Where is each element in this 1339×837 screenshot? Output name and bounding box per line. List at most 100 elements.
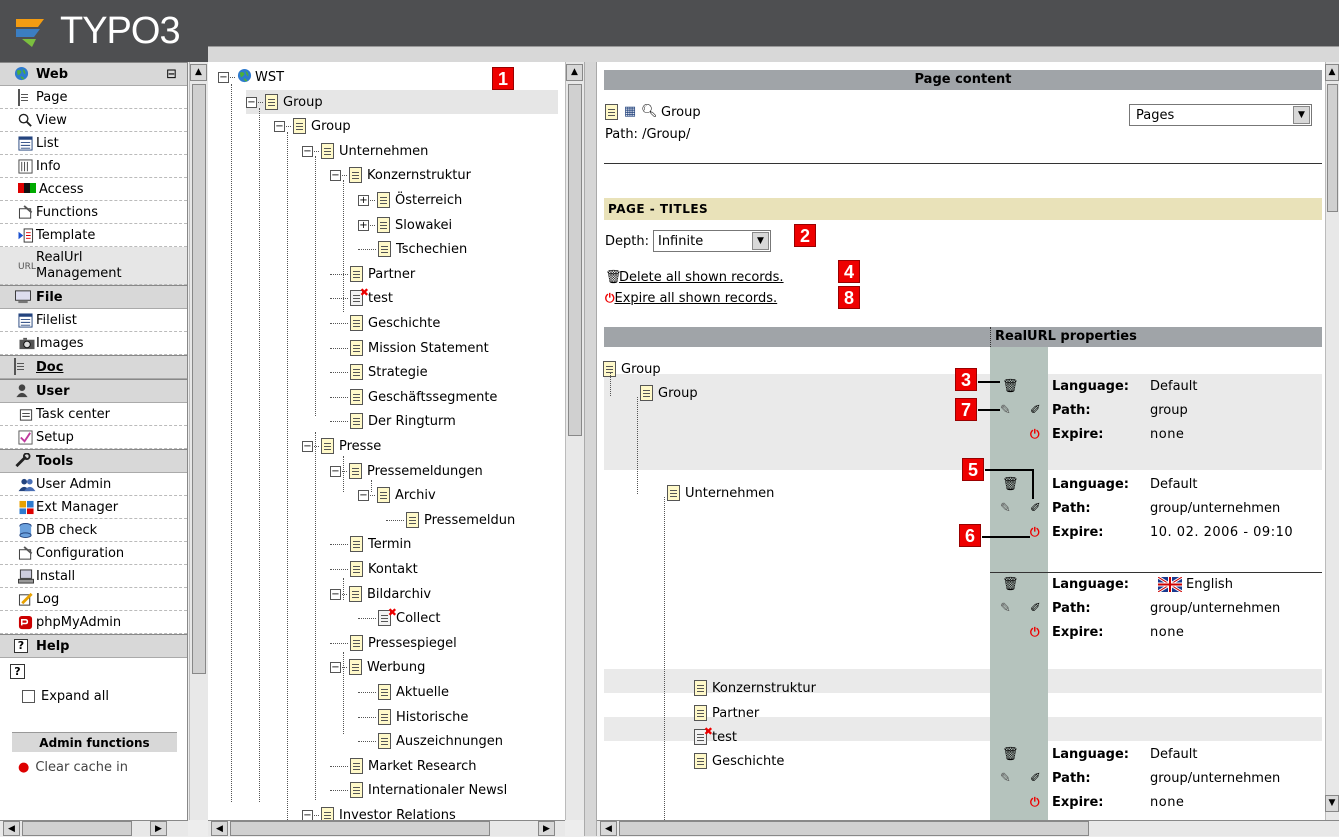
tree-node-geschäftssegmente[interactable]: Geschäftssegmente xyxy=(330,385,497,409)
tree-node-mission-statement[interactable]: Mission Statement xyxy=(330,336,489,360)
page-icon[interactable] xyxy=(377,217,390,233)
page-icon[interactable] xyxy=(349,586,362,602)
tree-node-group[interactable]: − Group xyxy=(274,114,351,138)
tree-node-label[interactable]: Archiv xyxy=(395,488,436,503)
menu-item-filelist[interactable]: Filelist xyxy=(0,309,187,332)
page-icon[interactable] xyxy=(694,680,707,696)
edit-icon[interactable]: ✎ xyxy=(1000,501,1011,516)
collapse-icon[interactable]: ⊟ xyxy=(166,67,177,82)
collapse-icon[interactable]: − xyxy=(302,440,313,452)
tree-node-label[interactable]: Pressemeldun xyxy=(424,513,515,528)
expire-icon[interactable]: ⏻ xyxy=(1030,525,1040,540)
edit-path-icon[interactable]: ✐ xyxy=(1030,771,1041,786)
menu-item-log[interactable]: Log xyxy=(0,588,187,611)
page-icon[interactable] xyxy=(378,733,391,749)
scroll-left-icon[interactable]: ◀ xyxy=(600,821,617,836)
page-icon[interactable] xyxy=(350,536,363,552)
tree-node-bildarchiv[interactable]: − Bildarchiv xyxy=(330,582,431,606)
scroll-thumb[interactable] xyxy=(22,821,132,836)
tree-node-label[interactable]: Unternehmen xyxy=(339,144,428,159)
page-icon[interactable] xyxy=(349,659,362,675)
menu-item-functions[interactable]: Functions xyxy=(0,201,187,224)
page-icon[interactable] xyxy=(350,389,363,405)
edit-icon[interactable]: ✎ xyxy=(1000,771,1011,786)
tree-node-label[interactable]: Presse xyxy=(339,439,381,454)
tree-node-werbung[interactable]: − Werbung xyxy=(330,655,425,679)
tree-node-label[interactable]: Bildarchiv xyxy=(367,587,431,602)
pane-divider[interactable] xyxy=(584,62,597,836)
collapse-icon[interactable]: − xyxy=(246,96,257,108)
menu-item-setup[interactable]: Setup xyxy=(0,426,187,449)
help-icon[interactable]: ? xyxy=(10,664,25,679)
page-icon[interactable] xyxy=(321,438,334,454)
tree-node-archiv[interactable]: − Archiv xyxy=(358,483,436,507)
hidden-page-icon[interactable]: ✖ xyxy=(350,286,369,306)
tree-node-label[interactable]: Termin xyxy=(368,537,411,552)
page-icon[interactable] xyxy=(350,340,363,356)
page-icon[interactable] xyxy=(350,635,363,651)
tree-node-slowakei[interactable]: + Slowakei xyxy=(358,213,452,237)
page-icon[interactable] xyxy=(350,413,363,429)
tree-hscrollbar[interactable]: ◀ ▶ xyxy=(208,820,565,836)
scroll-thumb[interactable] xyxy=(568,84,582,436)
collapse-icon[interactable]: − xyxy=(330,465,341,477)
tree-node-label[interactable]: Group xyxy=(311,119,351,134)
expire-icon[interactable]: ⏻ xyxy=(1030,795,1040,810)
expire-icon[interactable]: ⏻ xyxy=(605,291,615,306)
delete-all-link[interactable]: Delete all shown records. xyxy=(619,270,784,285)
content-scrollbar[interactable]: ▲ ▼ xyxy=(1325,62,1339,820)
view-select[interactable]: Pages ▼ xyxy=(1129,104,1312,126)
tree-node-label[interactable]: Historische xyxy=(396,710,468,725)
scroll-left-icon[interactable]: ◀ xyxy=(211,821,228,836)
depth-select[interactable]: Infinite ▼ xyxy=(652,230,771,252)
tree-node-label[interactable]: Geschichte xyxy=(368,316,440,331)
page-icon[interactable] xyxy=(349,167,362,183)
menu-section-file[interactable]: File xyxy=(0,285,187,309)
globe-icon[interactable] xyxy=(237,68,252,87)
scroll-thumb[interactable] xyxy=(230,821,490,836)
tree-node-label[interactable]: Market Research xyxy=(368,759,476,774)
tree-node-collect[interactable]: ✖ Collect xyxy=(358,606,441,630)
tree-node-der-ringturm[interactable]: Der Ringturm xyxy=(330,409,456,433)
menu-item-realurl-management[interactable]: URL RealUrl Management xyxy=(0,247,187,285)
tree-node-pressemeldun[interactable]: Pressemeldun xyxy=(386,508,515,532)
trash-icon[interactable]: 🗑︎ xyxy=(1002,577,1019,592)
scroll-up-icon[interactable]: ▲ xyxy=(1325,64,1339,81)
expire-icon[interactable]: ⏻ xyxy=(1030,625,1040,640)
tree-node-label[interactable]: Aktuelle xyxy=(396,685,449,700)
tree-node-wst[interactable]: − WST xyxy=(218,65,284,89)
page-icon[interactable] xyxy=(377,487,390,503)
menu-item-template[interactable]: Template xyxy=(0,224,187,247)
menu-item-task-center[interactable]: Task center xyxy=(0,403,187,426)
tree-node-label[interactable]: Internationaler Newsl xyxy=(368,783,507,798)
edit-icon[interactable]: ✎ xyxy=(1000,403,1011,418)
collapse-icon[interactable]: − xyxy=(302,809,313,820)
tree-node-termin[interactable]: Termin xyxy=(330,532,411,556)
menu-section-tools[interactable]: Tools xyxy=(0,449,187,473)
page-icon[interactable] xyxy=(265,94,278,110)
menu-item-db-check[interactable]: DB check xyxy=(0,519,187,542)
collapse-icon[interactable]: − xyxy=(330,169,341,181)
clear-cache-item[interactable]: ● Clear cache in xyxy=(0,752,187,775)
tree-node-label[interactable]: Partner xyxy=(368,267,415,282)
scroll-down-icon[interactable]: ▼ xyxy=(1325,795,1339,812)
tree-node-pressespiegel[interactable]: Pressespiegel xyxy=(330,631,457,655)
tree-node-label[interactable]: Group xyxy=(283,95,323,110)
menu-section-doc[interactable]: Doc xyxy=(0,355,187,379)
scroll-thumb[interactable] xyxy=(1327,84,1338,212)
menu-item-view[interactable]: View xyxy=(0,109,187,132)
page-icon[interactable] xyxy=(694,753,707,769)
menu-item-configuration[interactable]: Configuration xyxy=(0,542,187,565)
menu-item-list[interactable]: List xyxy=(0,132,187,155)
trash-icon[interactable]: 🗑︎ xyxy=(1002,747,1019,762)
menu-item-install[interactable]: Install xyxy=(0,565,187,588)
page-icon[interactable] xyxy=(350,782,363,798)
trash-icon[interactable]: 🗑︎ xyxy=(1002,477,1019,492)
tree-node-label[interactable]: Werbung xyxy=(367,660,425,675)
menu-section-help[interactable]: ? Help xyxy=(0,634,187,658)
menu-item-ext-manager[interactable]: Ext Manager xyxy=(0,496,187,519)
page-icon[interactable] xyxy=(293,118,306,134)
tree-node-internationaler-newsl[interactable]: Internationaler Newsl xyxy=(330,778,507,802)
chevron-down-icon[interactable]: ▼ xyxy=(751,232,769,250)
scroll-up-icon[interactable]: ▲ xyxy=(566,64,583,81)
